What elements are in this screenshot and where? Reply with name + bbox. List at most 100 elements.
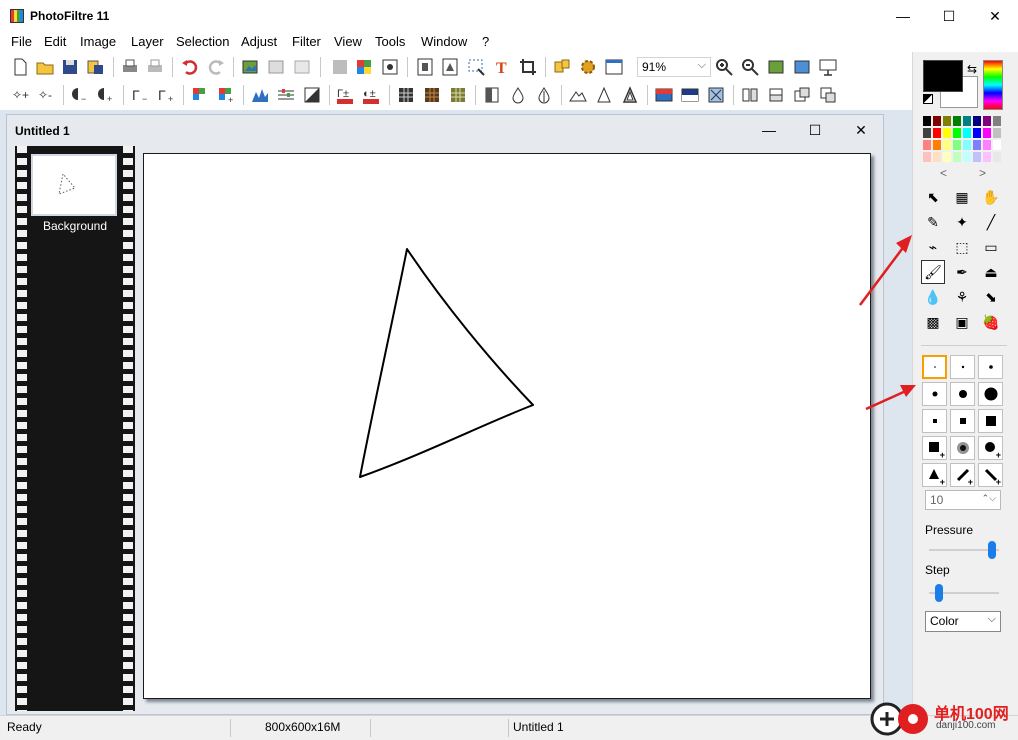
menu-edit[interactable]: Edit <box>44 34 66 49</box>
menu-selection[interactable]: Selection <box>176 34 229 49</box>
sharpen-icon[interactable] <box>534 85 554 105</box>
brush-soft-plus[interactable] <box>950 436 975 460</box>
pressure-slider-thumb[interactable] <box>987 541 996 559</box>
palette-swatch[interactable] <box>922 127 932 139</box>
undo-icon[interactable] <box>180 57 200 77</box>
gray-square-icon[interactable] <box>330 57 350 77</box>
brush-square-large[interactable] <box>978 409 1003 433</box>
palette-swatch[interactable] <box>942 115 952 127</box>
import-icon[interactable] <box>415 57 435 77</box>
stamp-icon[interactable]: ⏏ <box>979 260 1003 284</box>
palette-swatch[interactable] <box>932 151 942 163</box>
flip-icon[interactable] <box>740 85 760 105</box>
document-close-button[interactable]: ✕ <box>841 117 881 143</box>
text-icon[interactable]: T <box>492 57 512 77</box>
auto-levels-icon[interactable]: Γ± <box>335 85 355 105</box>
brush-slash-plus[interactable]: + <box>950 463 975 487</box>
zoom-in-icon[interactable] <box>714 57 734 77</box>
palette-swatch[interactable] <box>972 115 982 127</box>
palette-swatch[interactable] <box>932 139 942 151</box>
brush-dot-tiny[interactable] <box>922 355 947 379</box>
palette-swatch[interactable] <box>932 127 942 139</box>
strawberry-icon[interactable]: 🍓 <box>979 310 1003 334</box>
image-canvas[interactable] <box>143 153 871 699</box>
palette-swatch[interactable] <box>942 139 952 151</box>
lighten-icon[interactable]: − <box>70 85 90 105</box>
brush-round-small[interactable] <box>922 382 947 406</box>
brush-backslash-plus[interactable]: + <box>978 463 1003 487</box>
palette-swatch[interactable] <box>982 139 992 151</box>
settings-icon[interactable] <box>578 57 598 77</box>
drop-icon[interactable] <box>508 85 528 105</box>
fill-icon[interactable]: ⌁ <box>921 235 945 259</box>
fit-image-icon[interactable] <box>792 57 812 77</box>
rotate-left-icon[interactable] <box>792 85 812 105</box>
palette-swatch[interactable] <box>962 151 972 163</box>
palette-swatch[interactable] <box>922 151 932 163</box>
layer-thumbnail[interactable] <box>31 154 117 216</box>
fade-icon[interactable] <box>680 85 700 105</box>
pointer-icon[interactable]: ⬉ <box>921 185 945 209</box>
menu-tools[interactable]: Tools <box>375 34 405 49</box>
foreground-color-front[interactable] <box>923 60 963 92</box>
menu-image[interactable]: Image <box>80 34 116 49</box>
contrast-icon[interactable] <box>302 85 322 105</box>
palette-swatch[interactable] <box>982 115 992 127</box>
palette-next-button[interactable]: > <box>979 166 986 180</box>
hand-icon[interactable]: ✋ <box>979 185 1003 209</box>
document-minimize-button[interactable]: — <box>749 117 789 143</box>
darken-icon[interactable]: + <box>96 85 116 105</box>
new-file-icon[interactable] <box>10 57 30 77</box>
auto-contrast-icon[interactable]: ◐± <box>361 85 381 105</box>
pattern-icon[interactable] <box>448 85 468 105</box>
export-icon[interactable] <box>440 57 460 77</box>
sharpen-tool-icon[interactable]: ⬊ <box>979 285 1003 309</box>
spray-icon[interactable]: ⬚ <box>950 235 974 259</box>
palette-swatch[interactable] <box>922 115 932 127</box>
palette-swatch[interactable] <box>952 127 962 139</box>
line-icon[interactable]: ╱ <box>979 210 1003 234</box>
brush-triangle-plus[interactable]: + <box>922 463 947 487</box>
palette-swatch[interactable] <box>962 139 972 151</box>
mirror-icon[interactable] <box>766 85 786 105</box>
palette-swatch[interactable] <box>982 127 992 139</box>
palette-swatch[interactable] <box>992 151 1002 163</box>
brush-square-small[interactable] <box>922 409 947 433</box>
portrait-icon[interactable]: ▣ <box>950 310 974 334</box>
palette-swatch[interactable] <box>952 151 962 163</box>
palette-swatch[interactable] <box>952 139 962 151</box>
blur-icon[interactable]: 💧 <box>921 285 945 309</box>
spin-arrows-icon[interactable]: ⌃⌵ <box>982 493 996 504</box>
document-maximize-button[interactable]: ☐ <box>795 117 835 143</box>
zoom-select[interactable]: 91% ⌵ <box>637 57 711 77</box>
palette-swatch[interactable] <box>972 139 982 151</box>
zoom-out-icon[interactable] <box>740 57 760 77</box>
mountain-icon[interactable] <box>568 85 588 105</box>
magic-plus-icon[interactable]: ✧+ <box>10 85 30 105</box>
print-preview-icon[interactable] <box>145 57 165 77</box>
print-icon[interactable] <box>120 57 140 77</box>
menu-help[interactable]: ? <box>482 34 489 49</box>
save-icon[interactable] <box>60 57 80 77</box>
palette-swatch[interactable] <box>952 115 962 127</box>
pen-icon[interactable]: ✒ <box>950 260 974 284</box>
fit-window-icon[interactable] <box>766 57 786 77</box>
palette-swatch[interactable] <box>932 115 942 127</box>
color-minus-icon[interactable] <box>190 85 210 105</box>
palette-swatch[interactable] <box>982 151 992 163</box>
copy-image-icon[interactable] <box>266 57 286 77</box>
rotate-right-icon[interactable] <box>818 85 838 105</box>
palette-swatch[interactable] <box>942 151 952 163</box>
brush-dot-medium[interactable] <box>978 355 1003 379</box>
swap-colors-icon[interactable]: ⇆ <box>967 62 977 76</box>
magic-wand-icon[interactable]: ✦ <box>950 210 974 234</box>
palette-swatch[interactable] <box>992 139 1002 151</box>
menu-file[interactable]: File <box>11 34 32 49</box>
palette-swatch[interactable] <box>962 115 972 127</box>
maximize-button[interactable]: ☐ <box>926 0 972 32</box>
open-file-icon[interactable] <box>35 57 55 77</box>
brush-square-medium[interactable] <box>950 409 975 433</box>
menu-adjust[interactable]: Adjust <box>241 34 277 49</box>
palette-swatch[interactable] <box>972 127 982 139</box>
gamma-up-icon[interactable]: Γ + <box>156 85 176 105</box>
